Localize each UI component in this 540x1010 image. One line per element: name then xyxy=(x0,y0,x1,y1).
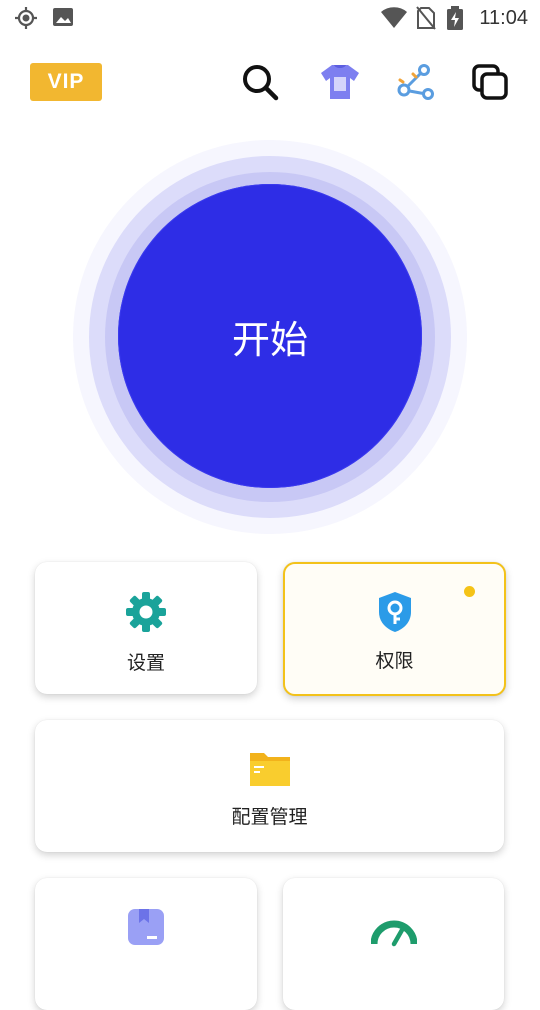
copy-icon[interactable] xyxy=(468,60,512,104)
vip-button[interactable]: VIP xyxy=(30,63,102,101)
tshirt-icon[interactable] xyxy=(318,60,362,104)
permissions-badge-dot xyxy=(464,586,475,597)
wifi-icon xyxy=(380,6,408,34)
start-button[interactable]: 开始 xyxy=(118,184,422,488)
bookmark-icon xyxy=(127,908,165,950)
status-bar: 11:04 xyxy=(0,0,540,36)
image-icon xyxy=(52,6,74,32)
bottom-right-card[interactable] xyxy=(283,878,504,1010)
search-icon[interactable] xyxy=(238,60,282,104)
settings-label: 设置 xyxy=(126,652,165,674)
shield-key-icon xyxy=(375,590,415,638)
share-icon[interactable] xyxy=(394,60,438,104)
permissions-card[interactable]: 权限 xyxy=(283,562,506,696)
gps-icon xyxy=(14,6,38,34)
battery-charging-icon xyxy=(446,6,464,34)
gear-icon xyxy=(124,590,168,638)
folder-icon xyxy=(249,748,291,792)
bottom-left-card[interactable] xyxy=(35,878,257,1010)
config-label: 配置管理 xyxy=(231,806,308,828)
settings-card[interactable]: 设置 xyxy=(35,562,257,694)
config-card[interactable]: 配置管理 xyxy=(35,720,504,852)
status-time: 11:04 xyxy=(479,7,528,29)
no-sim-icon xyxy=(416,6,436,34)
permissions-label: 权限 xyxy=(375,650,414,672)
speedometer-icon xyxy=(370,908,417,952)
